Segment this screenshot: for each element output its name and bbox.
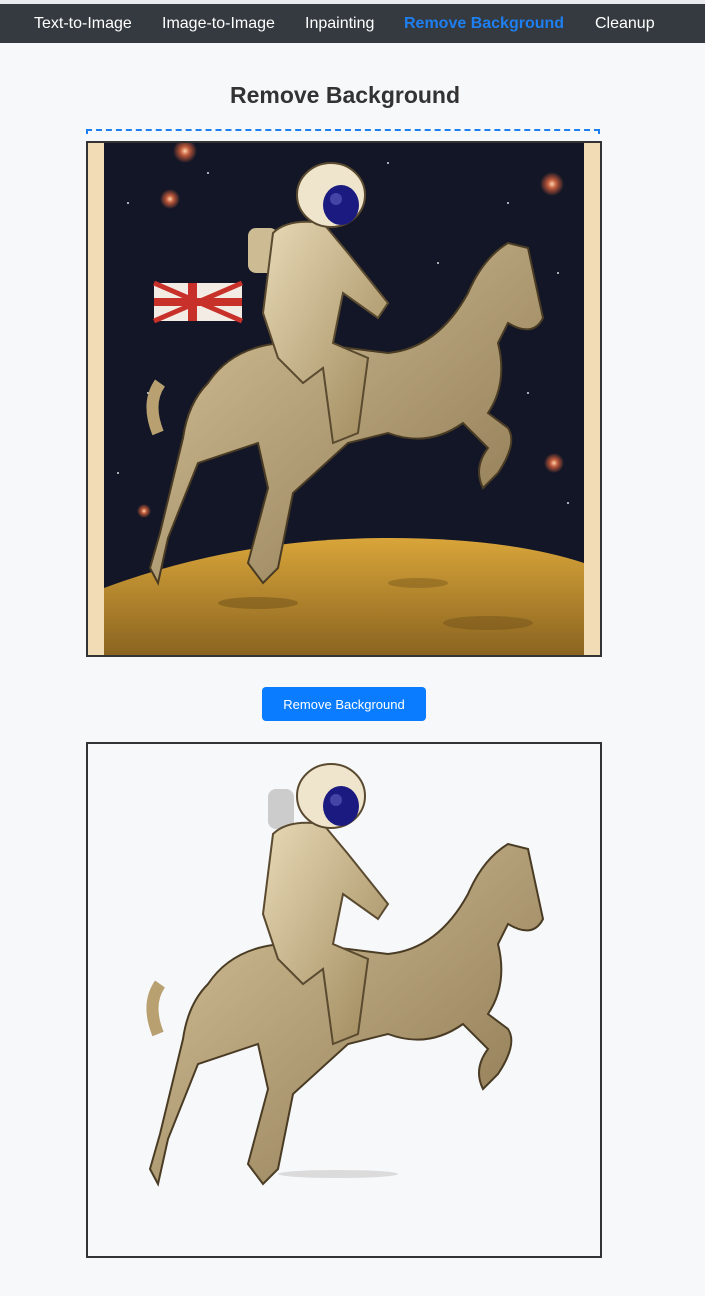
remove-background-button[interactable]: Remove Background bbox=[262, 687, 426, 721]
top-navbar: Text-to-Image Image-to-Image Inpainting … bbox=[0, 4, 705, 43]
upload-dropzone-edge[interactable] bbox=[86, 129, 600, 134]
page-title: Remove Background bbox=[229, 82, 461, 108]
nav-image-to-image[interactable]: Image-to-Image bbox=[162, 4, 275, 43]
nav-remove-background[interactable]: Remove Background bbox=[404, 4, 564, 43]
nav-text-to-image[interactable]: Text-to-Image bbox=[34, 4, 132, 43]
nav-cleanup[interactable]: Cleanup bbox=[595, 4, 655, 43]
flag-shape bbox=[153, 280, 243, 324]
astronaut-horse-cutout-picture bbox=[88, 744, 600, 1256]
input-image bbox=[86, 141, 602, 657]
nav-inpainting[interactable]: Inpainting bbox=[305, 4, 374, 43]
output-image bbox=[86, 742, 602, 1258]
astronaut-horse-picture bbox=[88, 143, 600, 655]
